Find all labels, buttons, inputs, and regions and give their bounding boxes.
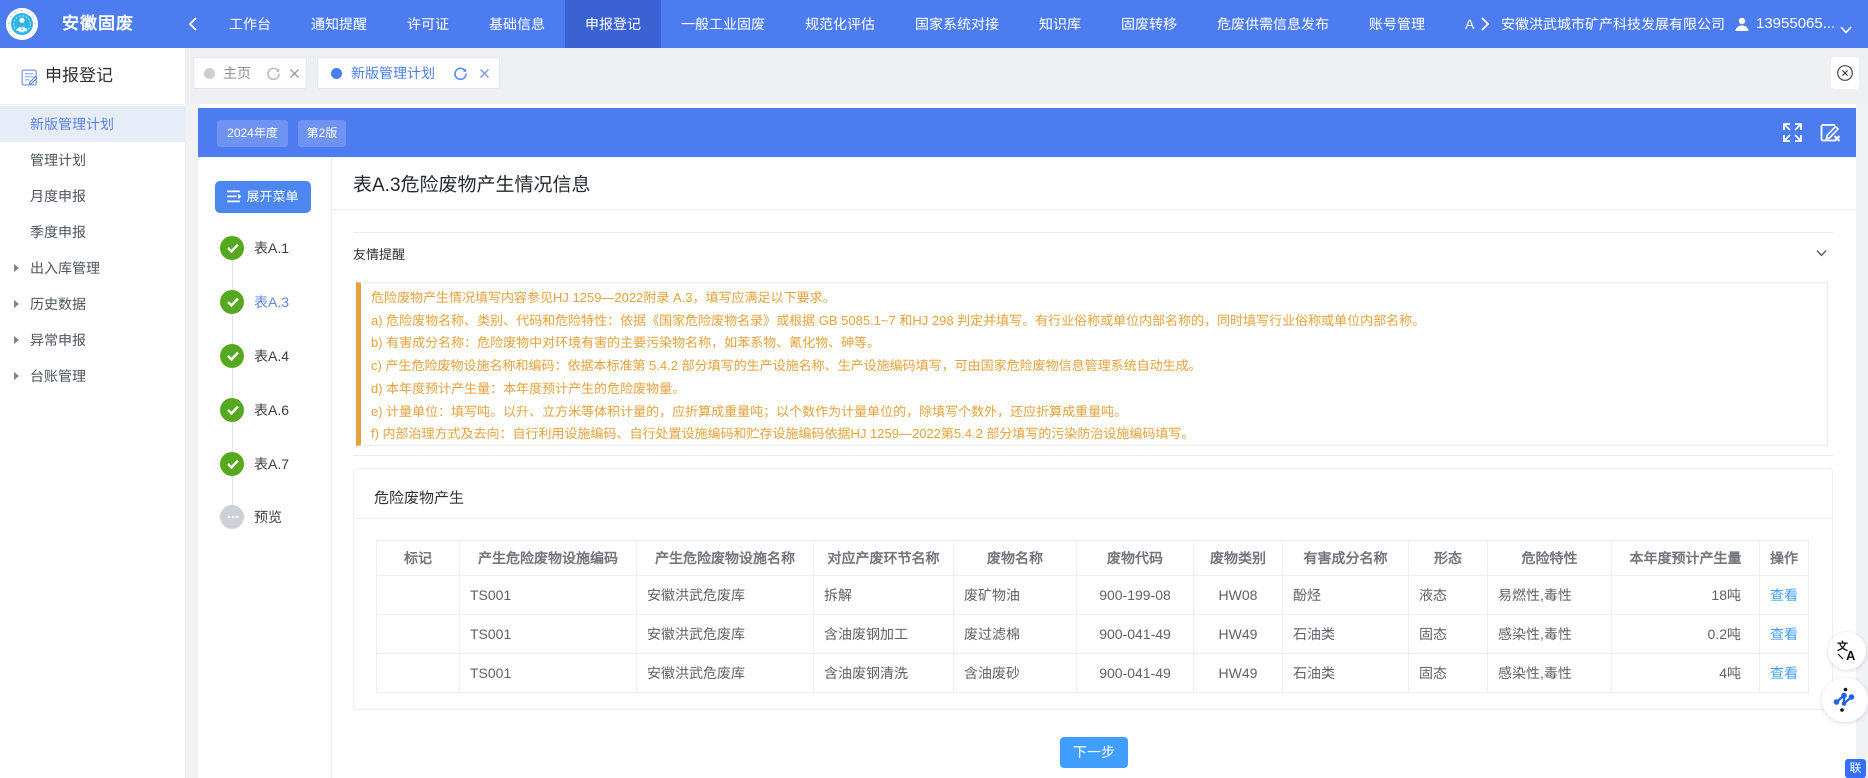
- svg-text:A: A: [1846, 648, 1856, 663]
